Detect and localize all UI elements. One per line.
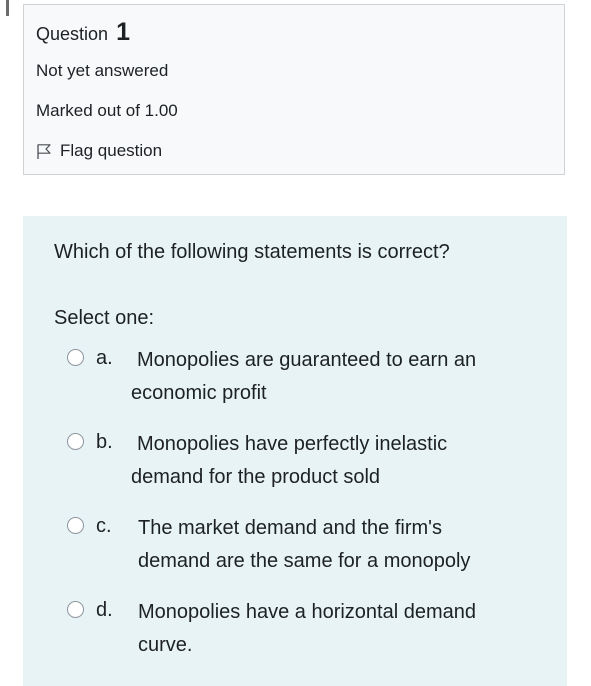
option-text-line: Monopolies are guaranteed to earn an (137, 349, 477, 371)
flag-question-button[interactable]: Flag question (36, 140, 162, 162)
flag-icon (36, 143, 52, 160)
option-text: Monopolies have a horizontal demand curv… (138, 596, 558, 662)
marks-info: Marked out of 1.00 (36, 101, 178, 120)
scroll-edge-indicator (6, 0, 9, 16)
option-text-line: demand for the product sold (131, 466, 381, 488)
question-number: 1 (116, 18, 130, 46)
question-content-panel: Which of the following statements is cor… (23, 216, 567, 686)
answer-option-c[interactable]: c. The market demand and the firm's dema… (67, 512, 557, 582)
option-text-line: Monopolies have a horizontal demand (138, 601, 476, 623)
select-prompt: Select one: (54, 307, 155, 329)
option-letter: c. (96, 515, 112, 537)
option-text-line: demand are the same for a monopoly (138, 550, 471, 572)
question-info-panel: Question 1 Not yet answered Marked out o… (23, 4, 565, 175)
radio-unchecked-icon[interactable] (67, 349, 84, 366)
quiz-page: Question 1 Not yet answered Marked out o… (0, 0, 591, 686)
option-text: The market demand and the firm's demand … (138, 512, 558, 578)
option-text-line: economic profit (131, 382, 267, 404)
answer-option-d[interactable]: d. Monopolies have a horizontal demand c… (67, 596, 557, 666)
radio-unchecked-icon[interactable] (67, 517, 84, 534)
question-title-prefix: Question (36, 24, 109, 44)
radio-unchecked-icon[interactable] (67, 601, 84, 618)
option-letter: d. (96, 599, 113, 621)
answer-option-a[interactable]: a. Monopolies are guaranteed to earn an … (67, 344, 557, 414)
option-text: Monopolies are guaranteed to earn an eco… (131, 344, 557, 410)
option-text: Monopolies have perfectly inelastic dema… (131, 428, 557, 494)
option-letter: a. (96, 347, 113, 369)
flag-question-label: Flag question (60, 141, 163, 160)
radio-unchecked-icon[interactable] (67, 433, 84, 450)
question-heading: Question 1 (36, 18, 130, 48)
option-text-line: curve. (138, 634, 193, 656)
option-letter: b. (96, 431, 113, 453)
answer-status: Not yet answered (36, 61, 169, 80)
question-text: Which of the following statements is cor… (54, 241, 450, 263)
answer-option-b[interactable]: b. Monopolies have perfectly inelastic d… (67, 428, 557, 498)
option-text-line: Monopolies have perfectly inelastic (137, 433, 448, 455)
option-text-line: The market demand and the firm's (138, 517, 442, 539)
